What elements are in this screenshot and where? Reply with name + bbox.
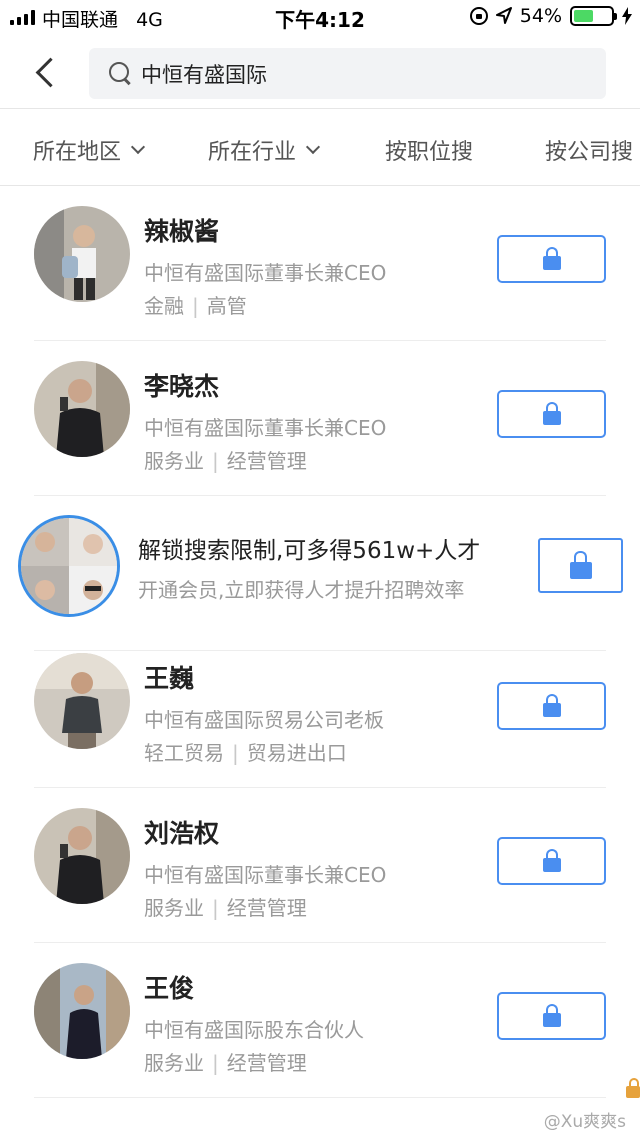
chevron-down-icon (130, 139, 146, 155)
unlock-button[interactable] (497, 390, 606, 438)
avatar (34, 808, 130, 904)
tag-separator: | (212, 449, 219, 473)
lock-icon (569, 550, 592, 579)
unlock-membership-button[interactable] (538, 538, 623, 593)
list-item[interactable]: 王俊 中恒有盛国际股东合伙人 服务业 | 经营管理 (0, 943, 640, 1098)
back-button[interactable] (30, 52, 60, 92)
lock-icon (542, 247, 561, 270)
filter-by-position[interactable]: 按职位搜 (385, 134, 473, 166)
person-name: 刘浩权 (144, 819, 220, 848)
tag-separator: | (212, 896, 219, 920)
row-divider (34, 1097, 606, 1098)
function-tag: 贸易进出口 (246, 741, 347, 765)
person-name: 辣椒酱 (144, 217, 220, 246)
person-tags: 服务业 | 经营管理 (144, 1047, 307, 1076)
person-tags: 服务业 | 经营管理 (144, 445, 307, 474)
search-query[interactable]: 中恒有盛国际 (141, 59, 267, 89)
list-item[interactable]: 王巍 中恒有盛国际贸易公司老板 轻工贸易 | 贸易进出口 (0, 633, 640, 788)
industry-tag: 金融 (144, 294, 184, 318)
status-right: 54% (469, 5, 632, 27)
filter-industry[interactable]: 所在行业 (208, 134, 321, 166)
list-item[interactable]: 刘浩权 中恒有盛国际董事长兼CEO 服务业 | 经营管理 (0, 788, 640, 943)
tag-separator: | (232, 741, 239, 765)
search-icon (109, 62, 131, 84)
unlock-button[interactable] (497, 837, 606, 885)
avatar (34, 206, 130, 302)
industry-tag: 服务业 (144, 449, 204, 473)
tag-separator: | (192, 294, 199, 318)
filter-position-label: 按职位搜 (385, 140, 474, 165)
battery-icon (570, 6, 617, 26)
function-tag: 经营管理 (226, 449, 307, 473)
rotation-lock-icon (469, 7, 488, 25)
promo-subtitle: 开通会员,立即获得人才提升招聘效率 (138, 578, 465, 602)
person-name: 王巍 (144, 664, 195, 693)
person-tags: 轻工贸易 | 贸易进出口 (144, 737, 347, 766)
membership-promo[interactable]: 解锁搜索限制,可多得561w+人才 开通会员,立即获得人才提升招聘效率 (0, 496, 640, 651)
avatar (34, 653, 130, 749)
filter-company-label: 按公司搜 (545, 140, 634, 165)
unlock-button[interactable] (497, 235, 606, 283)
avatar (34, 361, 130, 457)
avatar (34, 963, 130, 1059)
filter-bar: 所在地区 所在行业 按职位搜 按公司搜 (0, 109, 640, 185)
lock-icon (542, 694, 561, 717)
lock-icon (542, 402, 561, 425)
charging-icon (622, 7, 632, 25)
person-title: 中恒有盛国际董事长兼CEO (144, 416, 387, 440)
person-title: 中恒有盛国际董事长兼CEO (144, 863, 387, 887)
function-tag: 经营管理 (226, 896, 307, 920)
person-title: 中恒有盛国际贸易公司老板 (144, 708, 384, 732)
person-name: 王俊 (144, 974, 195, 1003)
lock-icon (542, 1004, 561, 1027)
unlock-button[interactable] (497, 682, 606, 730)
person-tags: 服务业 | 经营管理 (144, 892, 307, 921)
list-item[interactable]: 辣椒酱 中恒有盛国际董事长兼CEO 金融 | 高管 (0, 186, 640, 341)
filter-by-company[interactable]: 按公司搜 (545, 134, 633, 166)
status-bar: 中国联通 4G 下午4:12 54% (0, 0, 640, 36)
filter-region-label: 所在地区 (33, 140, 122, 165)
promo-title: 解锁搜索限制,可多得561w+人才 (138, 538, 481, 564)
watermark: @Xu爽爽s (543, 1112, 626, 1132)
person-name: 李晓杰 (144, 372, 220, 401)
tag-separator: | (212, 1051, 219, 1075)
person-title: 中恒有盛国际董事长兼CEO (144, 261, 387, 285)
floating-lock-icon[interactable] (624, 1078, 640, 1100)
industry-tag: 服务业 (144, 1051, 204, 1075)
function-tag: 高管 (206, 294, 247, 318)
list-item[interactable]: 李晓杰 中恒有盛国际董事长兼CEO 服务业 | 经营管理 (0, 341, 640, 496)
chevron-down-icon (305, 139, 321, 155)
unlock-button[interactable] (497, 992, 606, 1040)
function-tag: 经营管理 (226, 1051, 307, 1075)
person-tags: 金融 | 高管 (144, 290, 247, 319)
industry-tag: 服务业 (144, 896, 204, 920)
filter-region[interactable]: 所在地区 (33, 134, 146, 166)
person-title: 中恒有盛国际股东合伙人 (144, 1018, 364, 1042)
search-input[interactable]: 中恒有盛国际 (89, 48, 606, 99)
industry-tag: 轻工贸易 (144, 741, 224, 765)
location-icon (495, 7, 512, 24)
filter-industry-label: 所在行业 (208, 140, 297, 165)
promo-avatar-collage (18, 515, 120, 617)
battery-percent: 54% (519, 5, 562, 27)
lock-icon (542, 849, 561, 872)
